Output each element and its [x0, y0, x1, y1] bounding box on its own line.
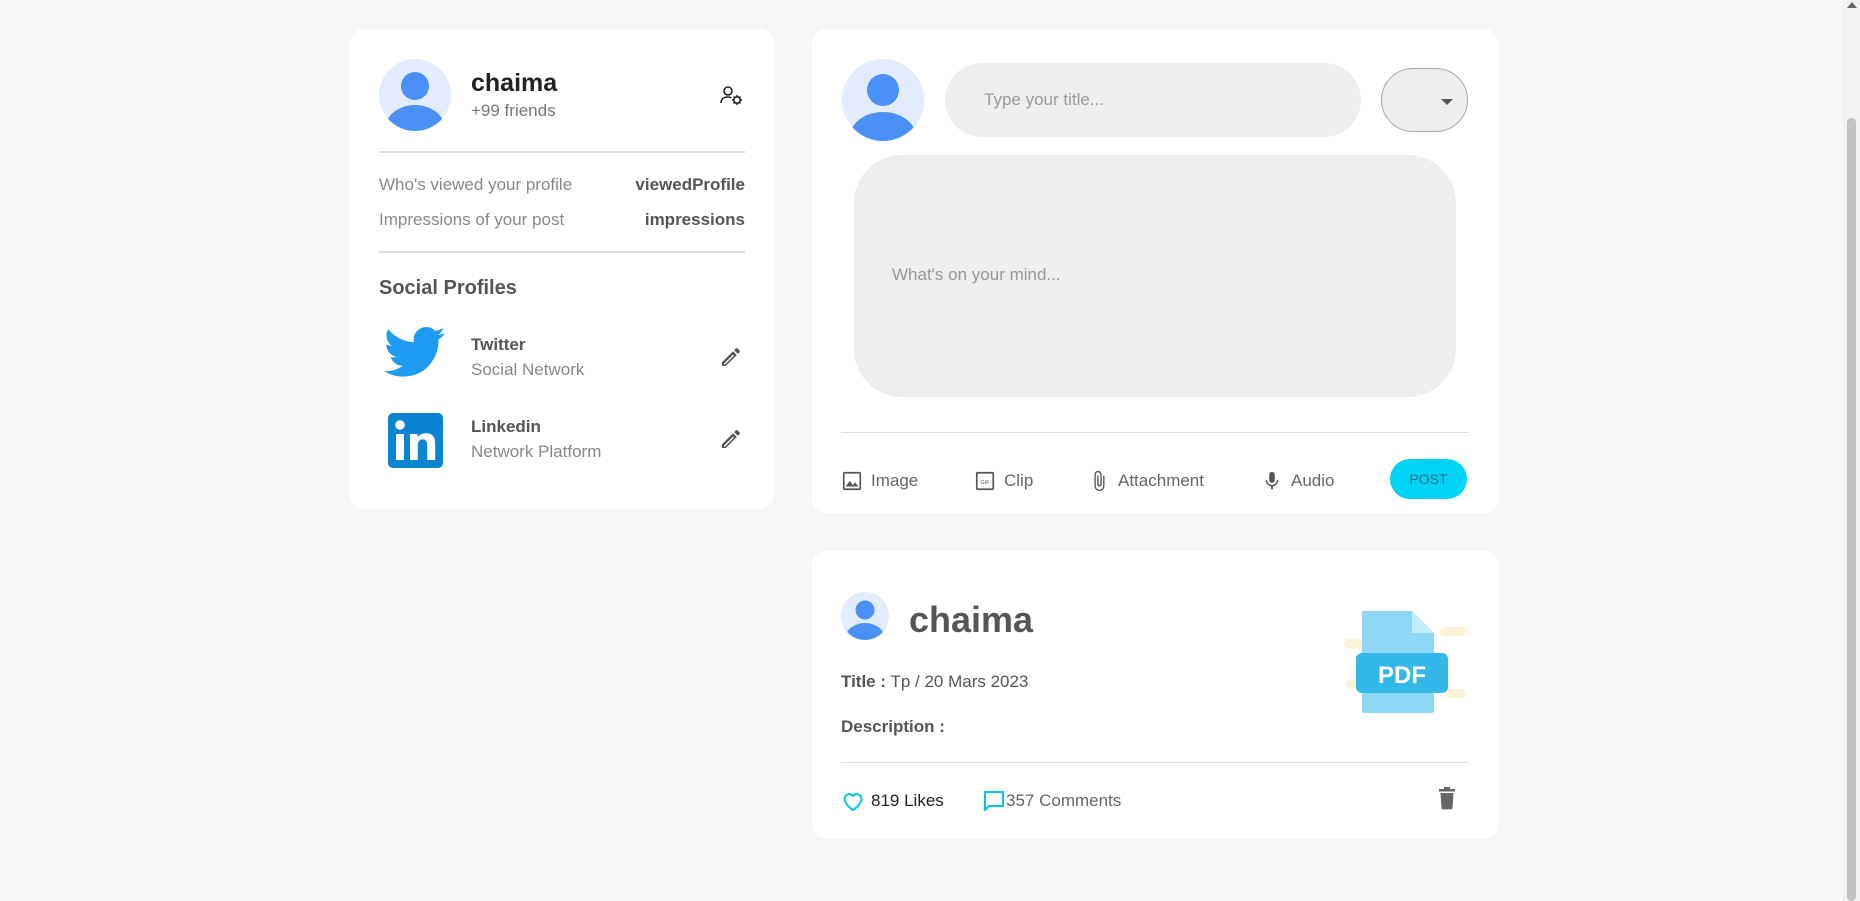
likes-count: 819 Likes [871, 791, 944, 810]
divider [379, 151, 745, 153]
linkedin-icon[interactable] [383, 410, 447, 470]
heart-icon [843, 793, 863, 812]
post-card: chaima Title : Tp / 20 Mars 2023 Descrip… [812, 551, 1498, 839]
clip-label: Clip [1004, 471, 1034, 490]
divider [379, 251, 745, 253]
post-body-input[interactable] [854, 155, 1456, 397]
caret-down-icon [1441, 99, 1453, 105]
audio-button[interactable]: Audio [1261, 468, 1334, 494]
clip-button[interactable]: GIF Clip [974, 468, 1033, 494]
post-title: Title : Tp / 20 Mars 2023 [841, 672, 1028, 692]
scroll-up-arrow-icon[interactable] [1847, 2, 1857, 8]
social-name-twitter[interactable]: Twitter [471, 335, 525, 355]
twitter-icon[interactable] [383, 326, 447, 386]
social-sub-twitter: Social Network [471, 360, 585, 379]
scrollbar-thumb[interactable] [1847, 118, 1856, 901]
user-settings-icon[interactable] [719, 83, 743, 107]
stat-value-impressions: impressions [644, 210, 745, 229]
paperclip-icon [1094, 470, 1105, 492]
edit-linkedin-icon[interactable] [719, 427, 743, 451]
like-button[interactable]: 819 Likes [841, 788, 944, 814]
image-icon [842, 471, 862, 491]
friends-count: +99 friends [471, 101, 556, 120]
post-composer-card: Image GIF Clip Attachment Audio POST [812, 29, 1498, 513]
gif-icon: GIF [975, 471, 995, 491]
stat-label-viewed: Who's viewed your profile [379, 175, 573, 194]
post-title-label: Title : [841, 672, 887, 691]
post-author-avatar[interactable] [841, 592, 889, 640]
pdf-label: PDF [1378, 662, 1426, 689]
divider [841, 762, 1469, 763]
composer-avatar [842, 59, 924, 141]
user-avatar[interactable] [379, 59, 451, 131]
social-name-linkedin[interactable]: Linkedin [471, 417, 541, 437]
attachment-label: Attachment [1118, 471, 1204, 490]
profile-name[interactable]: chaima [471, 69, 557, 98]
post-button[interactable]: POST [1390, 459, 1467, 499]
comments-button[interactable]: 357 Comments [982, 788, 1121, 814]
comment-icon [984, 791, 1004, 811]
page-scrollbar[interactable] [1843, 0, 1860, 901]
edit-twitter-icon[interactable] [719, 345, 743, 369]
attachment-button[interactable]: Attachment [1088, 468, 1204, 494]
comments-count: 357 Comments [1006, 791, 1122, 810]
stat-value-viewed: viewedProfile [635, 175, 745, 194]
divider [841, 432, 1469, 433]
post-title-value: Tp / 20 Mars 2023 [890, 672, 1029, 691]
post-title-input[interactable] [945, 63, 1361, 137]
user-avatar-icon [849, 74, 917, 141]
trash-icon[interactable] [1437, 786, 1457, 810]
audio-label: Audio [1291, 471, 1335, 490]
stat-label-impressions: Impressions of your post [379, 210, 565, 229]
image-label: Image [871, 471, 919, 490]
svg-text:GIF: GIF [980, 480, 990, 486]
visibility-select[interactable] [1381, 68, 1468, 132]
microphone-icon [1265, 471, 1279, 490]
user-avatar-icon [845, 600, 885, 640]
pdf-file-icon[interactable]: PDF [1344, 609, 1468, 715]
social-profiles-heading: Social Profiles [379, 277, 517, 299]
user-avatar-icon [385, 72, 445, 131]
post-description-label: Description : [841, 717, 945, 736]
image-button[interactable]: Image [841, 468, 918, 494]
post-author-name[interactable]: chaima [909, 599, 1033, 641]
profile-card: chaima +99 friends Who's viewed your pro… [350, 29, 774, 509]
social-sub-linkedin: Network Platform [471, 442, 602, 461]
